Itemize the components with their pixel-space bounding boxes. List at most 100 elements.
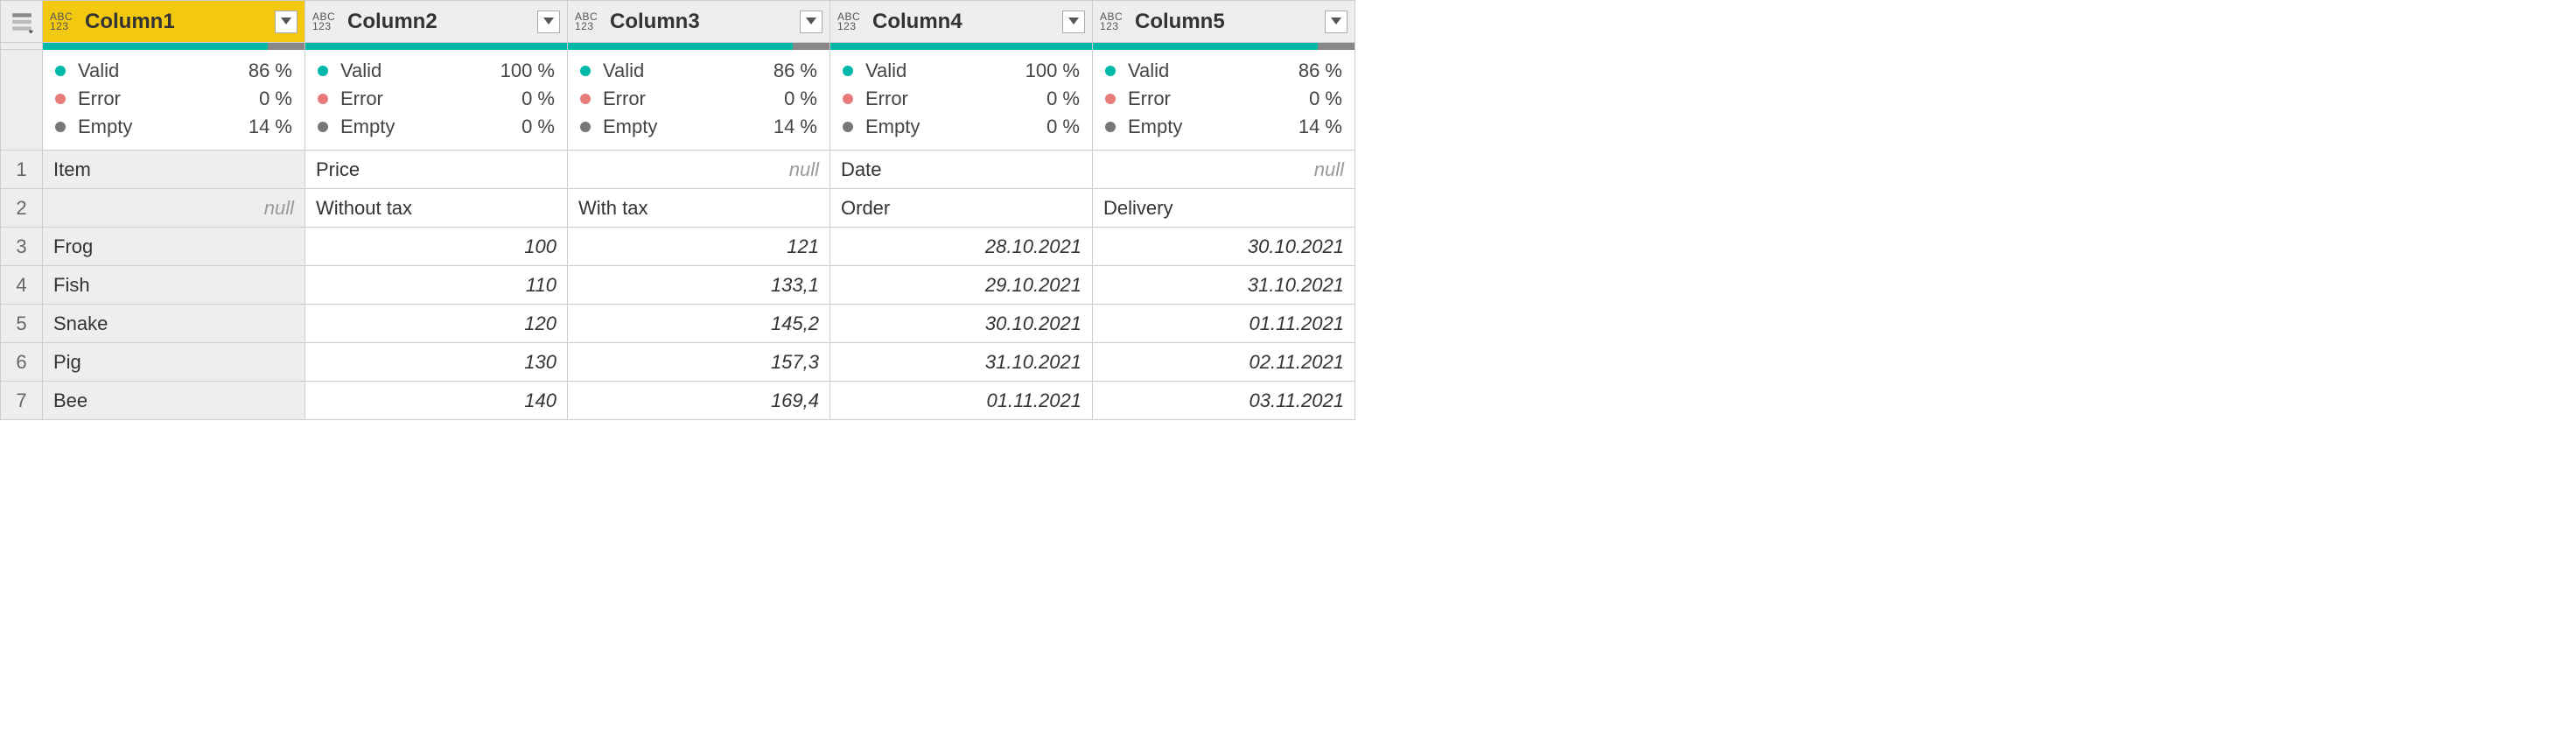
table-cell[interactable]: Item xyxy=(43,151,305,189)
row-number[interactable]: 5 xyxy=(1,305,43,343)
column-name: Column1 xyxy=(85,10,266,34)
cell-value: Date xyxy=(841,158,881,181)
row-number[interactable]: 7 xyxy=(1,382,43,420)
cell-value: 130 xyxy=(524,351,556,374)
cell-value: Order xyxy=(841,197,890,220)
row-number[interactable]: 2 xyxy=(1,189,43,228)
column-header[interactable]: ABC123Column5 xyxy=(1093,1,1355,43)
table-cell[interactable]: 30.10.2021 xyxy=(1093,228,1355,266)
table-cell[interactable]: 01.11.2021 xyxy=(830,382,1093,420)
cell-value: null xyxy=(264,197,294,220)
row-number[interactable]: 3 xyxy=(1,228,43,266)
quality-percent: 86 % xyxy=(248,57,292,85)
row-number[interactable]: 6 xyxy=(1,343,43,382)
column-quality-panel: Valid100 %Error0 %Empty0 % xyxy=(305,50,568,151)
table-cell[interactable]: With tax xyxy=(568,189,830,228)
table-cell[interactable]: 110 xyxy=(305,266,568,305)
quality-row-valid: Valid86 % xyxy=(55,57,292,85)
table-cell[interactable]: 100 xyxy=(305,228,568,266)
table-cell[interactable]: Bee xyxy=(43,382,305,420)
column-name: Column3 xyxy=(610,10,791,34)
quality-row-left: Error xyxy=(843,85,908,113)
column-filter-button[interactable] xyxy=(1062,11,1085,33)
table-cell[interactable]: 30.10.2021 xyxy=(830,305,1093,343)
table-cell[interactable]: 01.11.2021 xyxy=(1093,305,1355,343)
column-filter-button[interactable] xyxy=(275,11,298,33)
datatype-any-icon: ABC123 xyxy=(312,12,339,32)
quality-bar-inner xyxy=(305,43,567,50)
cell-value: Pig xyxy=(53,351,81,374)
quality-label: Valid xyxy=(1128,57,1169,85)
table-cell[interactable]: 29.10.2021 xyxy=(830,266,1093,305)
column-header[interactable]: ABC123Column3 xyxy=(568,1,830,43)
table-cell[interactable]: Date xyxy=(830,151,1093,189)
error-dot-icon xyxy=(318,94,328,104)
quality-label: Error xyxy=(340,85,383,113)
quality-row-valid: Valid86 % xyxy=(1105,57,1342,85)
table-cell[interactable]: Frog xyxy=(43,228,305,266)
table-cell[interactable]: 133,1 xyxy=(568,266,830,305)
table-cell[interactable]: Snake xyxy=(43,305,305,343)
table-cell[interactable]: 169,4 xyxy=(568,382,830,420)
column-quality-bar xyxy=(43,43,305,50)
valid-dot-icon xyxy=(1105,66,1116,76)
column-filter-button[interactable] xyxy=(1325,11,1348,33)
table-cell[interactable]: 31.10.2021 xyxy=(1093,266,1355,305)
column-filter-button[interactable] xyxy=(800,11,822,33)
row-number[interactable]: 1 xyxy=(1,151,43,189)
table-cell[interactable]: 145,2 xyxy=(568,305,830,343)
datatype-any-icon: ABC123 xyxy=(1100,12,1126,32)
table-cell[interactable]: null xyxy=(1093,151,1355,189)
row-number[interactable]: 4 xyxy=(1,266,43,305)
quality-label: Empty xyxy=(1128,113,1182,141)
table-cell[interactable]: Delivery xyxy=(1093,189,1355,228)
table-cell[interactable]: 31.10.2021 xyxy=(830,343,1093,382)
datatype-123-label: 123 xyxy=(837,22,857,32)
cell-value: 30.10.2021 xyxy=(985,312,1082,335)
column-quality-panel: Valid86 %Error0 %Empty14 % xyxy=(1093,50,1355,151)
table-cell[interactable]: 120 xyxy=(305,305,568,343)
table-cell[interactable]: Order xyxy=(830,189,1093,228)
cell-value: Fish xyxy=(53,274,90,297)
column-quality-panel: Valid100 %Error0 %Empty0 % xyxy=(830,50,1093,151)
valid-dot-icon xyxy=(55,66,66,76)
table-cell[interactable]: 03.11.2021 xyxy=(1093,382,1355,420)
column-quality-bar xyxy=(830,43,1093,50)
quality-row-left: Error xyxy=(1105,85,1171,113)
table-cell[interactable]: null xyxy=(568,151,830,189)
table-corner-icon[interactable] xyxy=(1,1,43,43)
datatype-any-icon: ABC123 xyxy=(837,12,864,32)
column-header[interactable]: ABC123Column1 xyxy=(43,1,305,43)
table-cell[interactable]: Fish xyxy=(43,266,305,305)
cell-value: With tax xyxy=(578,197,648,220)
cell-value: 121 xyxy=(787,235,819,258)
table-cell[interactable]: 02.11.2021 xyxy=(1093,343,1355,382)
error-dot-icon xyxy=(580,94,591,104)
data-preview-grid: ABC123Column1ABC123Column2ABC123Column3A… xyxy=(0,0,1355,420)
table-cell[interactable]: Pig xyxy=(43,343,305,382)
table-cell[interactable]: 130 xyxy=(305,343,568,382)
table-cell[interactable]: 157,3 xyxy=(568,343,830,382)
column-header[interactable]: ABC123Column4 xyxy=(830,1,1093,43)
table-cell[interactable]: Without tax xyxy=(305,189,568,228)
quality-bar-inner xyxy=(568,43,830,50)
column-quality-bar xyxy=(568,43,830,50)
cell-value: 110 xyxy=(526,274,556,297)
quality-bar-inner xyxy=(1093,43,1354,50)
valid-dot-icon xyxy=(318,66,328,76)
quality-percent: 86 % xyxy=(774,57,817,85)
column-filter-button[interactable] xyxy=(537,11,560,33)
table-cell[interactable]: Price xyxy=(305,151,568,189)
cell-value: 169,4 xyxy=(771,390,819,412)
table-cell[interactable]: null xyxy=(43,189,305,228)
table-cell[interactable]: 140 xyxy=(305,382,568,420)
table-cell[interactable]: 121 xyxy=(568,228,830,266)
quality-row-valid: Valid100 % xyxy=(318,57,555,85)
quality-bar-valid xyxy=(305,43,567,50)
quality-row-empty: Empty14 % xyxy=(55,113,292,141)
table-cell[interactable]: 28.10.2021 xyxy=(830,228,1093,266)
quality-label: Error xyxy=(603,85,646,113)
cell-value: null xyxy=(789,158,819,181)
quality-bar-valid xyxy=(43,43,268,50)
column-header[interactable]: ABC123Column2 xyxy=(305,1,568,43)
